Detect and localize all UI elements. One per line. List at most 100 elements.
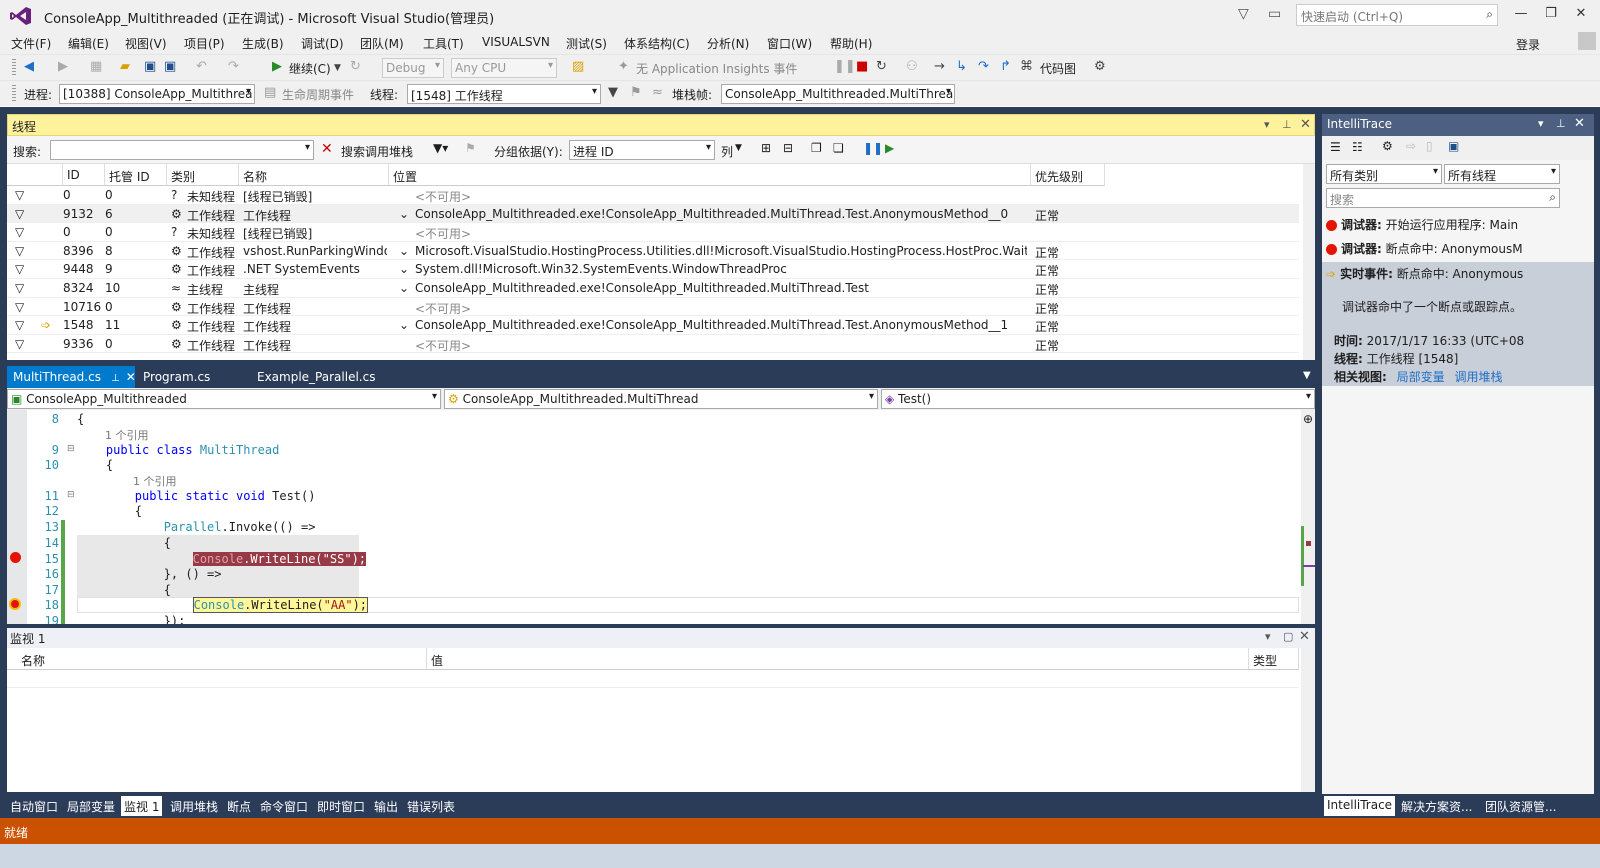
collapse-icon[interactable]: ⊟ (67, 490, 75, 500)
save-icon[interactable]: ▣ (144, 59, 156, 74)
menu-analyze[interactable]: 分析(N) (707, 35, 749, 52)
menu-visualsvn[interactable]: VISUALSVN (482, 35, 550, 49)
restore-button[interactable]: ❐ (1538, 6, 1564, 21)
code-editor[interactable]: 8 9 10 11 12 13 14 15 16 17 18 19 ⊟ ⊟ { … (7, 410, 1315, 624)
close-icon[interactable]: ✕ (1300, 117, 1311, 132)
expand-icon[interactable]: ⌄ (399, 281, 409, 295)
indicator-margin[interactable] (7, 410, 27, 624)
menu-team[interactable]: 团队(M) (360, 35, 404, 52)
window-menu-icon[interactable]: ▾ (1264, 118, 1270, 131)
col-priority[interactable]: 优先级别 (1031, 164, 1105, 186)
close-icon[interactable]: ✕ (126, 370, 136, 384)
save-icon[interactable]: ▣ (1448, 139, 1459, 153)
threads-search-input[interactable]: ▾ (50, 140, 314, 160)
thread-filter-select[interactable]: 所有线程 ▾ (1444, 164, 1560, 184)
toolbar-grip[interactable] (12, 59, 16, 77)
attach-icon[interactable]: ⚇ (906, 59, 918, 74)
tab-call-stack[interactable]: 调用堆栈 (167, 796, 221, 816)
platform-select[interactable]: Any CPU ▾ (451, 58, 557, 78)
flag-icon[interactable]: ▽ (15, 300, 29, 314)
thread-row[interactable]: ▽ 9132 6 ⚙ 工作线程 工作线程 ⌄ ConsoleApp_Multithreaded… (7, 204, 1299, 224)
breakpoint-icon[interactable] (10, 552, 21, 563)
lifecycle-events-button[interactable]: 生命周期事件 (282, 86, 354, 103)
tab-program-cs[interactable]: Program.cs (137, 366, 216, 388)
flag-icon[interactable]: ▽ (15, 225, 29, 239)
project-select[interactable]: ▣ ConsoleApp_Multithreaded ▾ (7, 389, 441, 409)
thaw-threads-icon[interactable]: ▶ (885, 141, 894, 155)
forward-icon[interactable]: ⇨ (1406, 139, 1416, 153)
columns-button[interactable]: 列 (721, 143, 733, 160)
flag-icon[interactable]: ▽ (15, 207, 29, 221)
pin-icon[interactable]: ⊥ (1556, 117, 1566, 130)
toolbar-grip[interactable] (12, 85, 16, 103)
freeze-threads-icon[interactable]: ❚❚ (863, 141, 883, 155)
current-breakpoint-arrow-icon[interactable] (9, 598, 21, 610)
window-menu-icon[interactable]: ▾ (1265, 630, 1271, 643)
intellitrace-event-selected[interactable]: ➩ 实时事件: 断点命中: Anonymous (1326, 265, 1523, 282)
menu-tools[interactable]: 工具(T) (423, 35, 464, 52)
open-file-icon[interactable]: ▯ (1426, 139, 1433, 153)
col-watch-value[interactable]: 值 (427, 648, 1249, 670)
col-category[interactable]: 类别 (167, 164, 239, 186)
intellitrace-event[interactable]: 调试器: 开始运行应用程序: Main (1326, 216, 1518, 233)
filter-icon[interactable]: ▼▾ (433, 141, 448, 155)
minimize-button[interactable]: — (1508, 6, 1534, 21)
flag-icon[interactable]: ▽ (15, 337, 29, 351)
avatar[interactable] (1578, 32, 1596, 50)
settings-icon[interactable]: ⚙ (1094, 59, 1106, 74)
step-into-icon[interactable]: ↳ (956, 59, 967, 74)
quick-launch-input[interactable]: 快速启动 (Ctrl+Q) ⌕ (1296, 4, 1498, 26)
continue-button[interactable]: 继续(C) (289, 60, 331, 77)
expand-icon[interactable]: ⌄ (399, 262, 409, 276)
menu-view[interactable]: 视图(V) (125, 35, 167, 52)
intellitrace-event[interactable]: 调试器: 断点命中: AnonymousM (1326, 240, 1523, 257)
clear-search-icon[interactable]: ✕ (321, 141, 333, 157)
col-id[interactable]: ID (63, 164, 105, 186)
process-select[interactable]: [10388] ConsoleApp_Multithrea ▾ (59, 84, 255, 104)
restart-icon[interactable]: ↻ (876, 59, 887, 74)
window-menu-icon[interactable]: ▾ (1538, 117, 1544, 130)
code-map-button[interactable]: 代码图 (1040, 60, 1076, 77)
flag-icon[interactable]: ▽ (15, 281, 29, 295)
menu-build[interactable]: 生成(B) (242, 35, 284, 52)
flag-icon[interactable]: ▽ (15, 244, 29, 258)
tab-overflow-icon[interactable]: ▼ (1303, 370, 1311, 381)
menu-window[interactable]: 窗口(W) (767, 35, 812, 52)
stop-debugging-icon[interactable]: ■ (856, 59, 868, 74)
feedback-icon[interactable]: ▭ (1268, 6, 1281, 22)
flag-icon[interactable]: ▽ (15, 188, 29, 202)
tab-breakpoints[interactable]: 断点 (224, 796, 254, 816)
list-view-icon[interactable]: ☰ (1330, 140, 1341, 154)
tab-intellitrace[interactable]: IntelliTrace (1324, 796, 1396, 816)
step-out-icon[interactable]: ↱ (1000, 59, 1011, 74)
continue-icon[interactable]: ▶ (272, 59, 282, 74)
col-managed-id[interactable]: 托管 ID (105, 164, 167, 186)
tab-output[interactable]: 输出 (371, 796, 401, 816)
menu-help[interactable]: 帮助(H) (830, 35, 872, 52)
expand-stacks-icon[interactable]: ❏ (833, 141, 844, 155)
notification-filter-icon[interactable]: ▽ (1238, 6, 1249, 22)
collapse-groups-icon[interactable]: ⊟ (783, 141, 793, 155)
expand-icon[interactable]: ⌄ (399, 244, 409, 258)
split-icon[interactable]: ⊕ (1303, 412, 1313, 426)
break-all-icon[interactable]: ❚❚ (834, 59, 856, 74)
thread-row[interactable]: ▽ 9336 0 ⚙ 工作线程 工作线程 <不可用> 正常 (7, 335, 1299, 354)
thread-row[interactable]: ▽ ➩ 1548 11 ⚙ 工作线程 工作线程 ⌄ ConsoleApp_Multithread… (7, 316, 1299, 335)
tab-autos[interactable]: 自动窗口 (7, 796, 61, 816)
new-project-icon[interactable]: ▦ (90, 59, 102, 74)
watch-empty-row[interactable] (7, 670, 1299, 688)
menu-project[interactable]: 项目(P) (184, 35, 225, 52)
pin-icon[interactable]: ⊥ (1282, 118, 1292, 131)
menu-debug[interactable]: 调试(D) (301, 35, 344, 52)
thread-row[interactable]: ▽ 8396 8 ⚙ 工作线程 vshost.RunParkingWindow ⌄ Micro… (7, 242, 1299, 261)
col-watch-name[interactable]: 名称 (7, 648, 427, 670)
code-lens-references[interactable]: 1 个引用 (133, 473, 177, 489)
show-next-statement-icon[interactable]: → (934, 59, 945, 74)
pin-icon[interactable]: ⊥ (111, 373, 120, 384)
chevron-down-icon[interactable]: ▼ (334, 63, 341, 73)
member-select[interactable]: ◈ Test() ▾ (881, 389, 1315, 409)
threads-scrollbar[interactable] (1303, 164, 1315, 360)
filter-icon[interactable]: ▼ (608, 85, 618, 100)
col-location[interactable]: 位置 (389, 164, 1031, 186)
chevron-down-icon[interactable]: ▼ (735, 143, 742, 153)
